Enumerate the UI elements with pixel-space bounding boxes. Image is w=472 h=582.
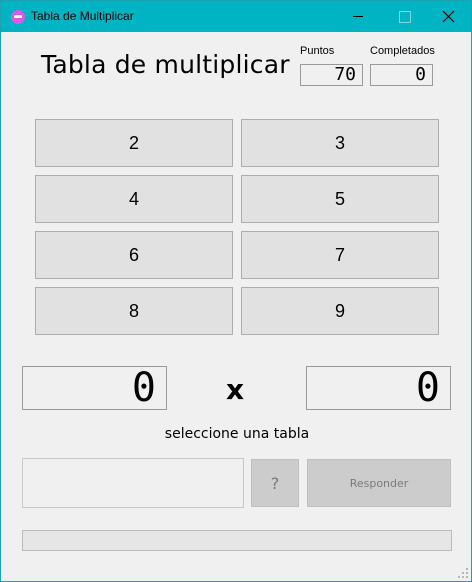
- resize-grip-icon[interactable]: [457, 567, 469, 579]
- table-button-4[interactable]: 4: [35, 175, 233, 223]
- table-button-9[interactable]: 9: [241, 287, 439, 335]
- app-icon: [11, 10, 25, 24]
- respond-button[interactable]: Responder: [307, 459, 451, 507]
- completados-display: 0: [370, 64, 433, 86]
- progress-bar: [22, 530, 452, 551]
- multiply-sign: x: [226, 373, 245, 406]
- left-operand-display: 0: [22, 366, 167, 410]
- table-button-2[interactable]: 2: [35, 119, 233, 167]
- table-button-6[interactable]: 6: [35, 231, 233, 279]
- completados-label: Completados: [370, 45, 435, 57]
- close-icon: [442, 10, 455, 23]
- answer-input[interactable]: [22, 458, 244, 508]
- close-button[interactable]: [425, 1, 471, 32]
- minimize-button[interactable]: [335, 1, 381, 32]
- puntos-label: Puntos: [300, 45, 335, 57]
- table-button-3[interactable]: 3: [241, 119, 439, 167]
- table-button-5[interactable]: 5: [241, 175, 439, 223]
- status-message: seleccione una tabla: [164, 426, 310, 442]
- title-bar[interactable]: Tabla de Multiplicar: [1, 1, 471, 32]
- maximize-button[interactable]: [381, 1, 427, 32]
- table-button-8[interactable]: 8: [35, 287, 233, 335]
- right-operand-display: 0: [306, 366, 451, 410]
- window-title: Tabla de Multiplicar: [31, 9, 134, 23]
- help-button[interactable]: ?: [251, 459, 299, 507]
- table-button-7[interactable]: 7: [241, 231, 439, 279]
- puntos-display: 70: [300, 64, 363, 86]
- page-title: Tabla de multiplicar: [41, 50, 290, 79]
- app-window: Tabla de Multiplicar Tabla de multiplica…: [0, 0, 472, 582]
